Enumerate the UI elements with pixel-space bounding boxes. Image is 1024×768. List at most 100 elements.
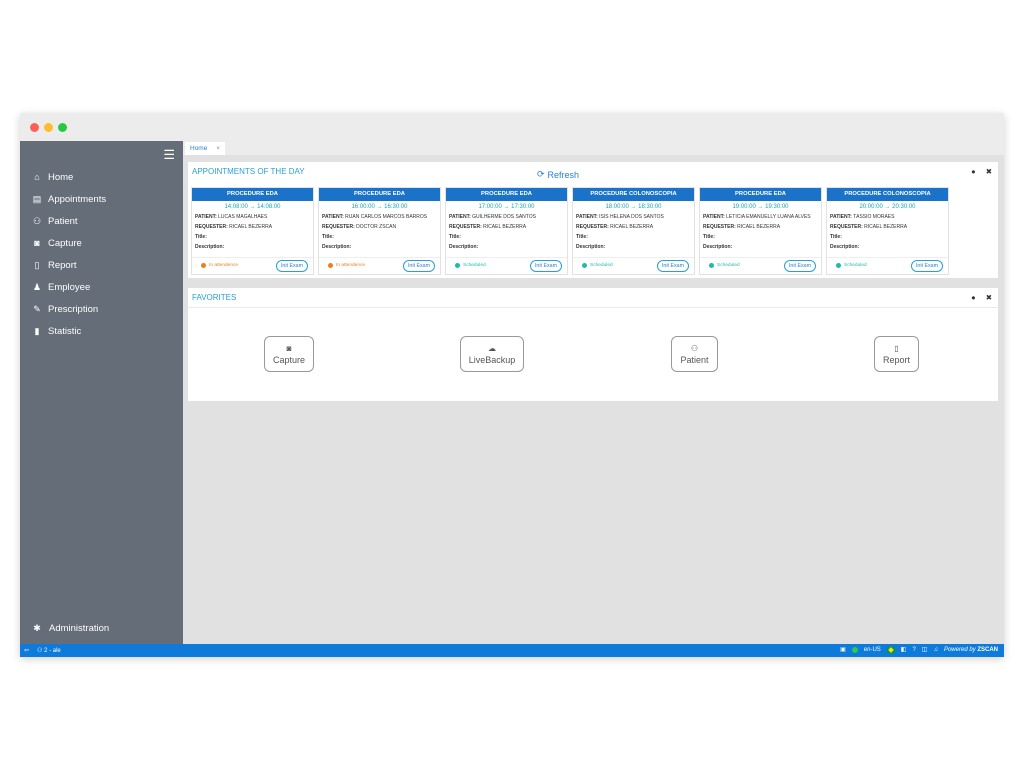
help-icon[interactable]: ?: [912, 647, 915, 653]
description-line: Description:: [827, 244, 948, 250]
close-icon[interactable]: ×: [216, 146, 220, 152]
document-icon: ▯: [894, 343, 899, 353]
sidebar-item-label: Statistic: [48, 325, 82, 337]
status-badge: Scheduled: [836, 263, 867, 268]
requester-prefix: REQUESTER:: [830, 224, 863, 230]
appointment-cards: PROCEDURE EDA 14:08:00 → 14:08:00 PATIENT:…: [191, 187, 949, 275]
requester-line: REQUESTER: RICAEL BEZERRA: [573, 224, 694, 230]
online-status-icon: [851, 646, 858, 653]
status-dot-icon: [201, 263, 206, 268]
patient-prefix: PATIENT:: [195, 214, 217, 220]
favorite-label: Report: [882, 354, 910, 365]
status-bar-right: ▣ en-US ◧ ? ◫ ♫ Powered by ZSCAN: [840, 646, 998, 653]
info-icon[interactable]: ●: [971, 293, 976, 302]
main-content: Home × APPOINTMENTS OF THE DAY ⟳ Refresh…: [183, 141, 1004, 644]
locale-label[interactable]: en-US: [864, 647, 881, 653]
favorite-label: Capture: [272, 354, 306, 365]
chat-icon[interactable]: ◫: [922, 646, 928, 653]
description-line: Description:: [700, 244, 821, 250]
brand-logo: ZSCAN: [977, 646, 998, 653]
logout-icon[interactable]: ⇦: [24, 647, 29, 654]
sidebar-item-employee[interactable]: ♟ Employee: [20, 276, 183, 298]
description-line: Description:: [446, 244, 567, 250]
sidebar-item-appointments[interactable]: ▤ Appointments: [20, 188, 183, 210]
bar-chart-icon: ▮: [34, 325, 40, 336]
sidebar-item-statistic[interactable]: ▮ Statistic: [20, 320, 183, 342]
users-icon: ⚇: [32, 215, 42, 226]
favorite-report-button[interactable]: ▯ Report: [874, 336, 919, 372]
favorite-livebackup-button[interactable]: ☁ LiveBackup: [460, 336, 524, 372]
title-line: Title:: [700, 234, 821, 240]
requester-prefix: REQUESTER:: [703, 224, 736, 230]
patient-name: ISIS HELENA DOS SANTOS: [599, 214, 664, 220]
favorite-capture-button[interactable]: ◙ Capture: [264, 336, 314, 372]
status-label: In attendence: [336, 263, 366, 268]
info-icon[interactable]: ●: [971, 167, 976, 176]
sidebar-menu: ⌂ Home ▤ Appointments ⚇ Patient ◙ Captur…: [20, 166, 183, 342]
title-prefix: Title:: [830, 234, 842, 240]
minimize-window-button[interactable]: [44, 123, 53, 132]
camera-icon: ◙: [286, 343, 292, 353]
patient-name: GUILHERME DOS SANTOS: [472, 214, 536, 220]
status-label: Scheduled: [463, 263, 486, 268]
hamburger-menu-icon[interactable]: ☰: [163, 147, 175, 163]
status-badge: Scheduled: [455, 263, 486, 268]
panel-tools: ● ✖: [971, 293, 992, 302]
close-icon[interactable]: ✖: [986, 293, 992, 302]
edit-icon: ✎: [33, 303, 41, 314]
card-footer: Scheduled Init Exam: [446, 257, 567, 274]
description-line: Description:: [319, 244, 440, 250]
sidebar-item-prescription[interactable]: ✎ Prescription: [20, 298, 183, 320]
sidebar-item-capture[interactable]: ◙ Capture: [20, 232, 183, 254]
app-window: ☰ ⌂ Home ▤ Appointments ⚇ Patient ◙ Capt…: [20, 113, 1004, 657]
close-icon[interactable]: ✖: [986, 167, 992, 176]
sidebar-item-administration[interactable]: ✱ Administration: [30, 623, 109, 634]
card-footer: Scheduled Init Exam: [827, 257, 948, 274]
patient-prefix: PATIENT:: [449, 214, 471, 220]
sidebar-item-label: Home: [48, 171, 74, 183]
tab-home[interactable]: Home ×: [185, 142, 225, 155]
requester-name: RICAEL BEZERRA: [483, 224, 527, 230]
init-exam-button[interactable]: Init Exam: [783, 260, 816, 272]
init-exam-button[interactable]: Init Exam: [402, 260, 435, 272]
status-badge: Scheduled: [582, 263, 613, 268]
refresh-button[interactable]: ⟳ Refresh: [537, 169, 579, 180]
document-icon[interactable]: ▣: [840, 646, 846, 653]
sidebar-item-patient[interactable]: ⚇ Patient: [20, 210, 183, 232]
status-bar: ⇦ ⚇ 2 - ale ▣ en-US ◧ ? ◫ ♫ Powered by Z…: [20, 644, 1004, 657]
brand-label: Powered by ZSCAN: [944, 647, 998, 653]
flag-icon[interactable]: [886, 646, 895, 653]
requester-prefix: REQUESTER:: [576, 224, 609, 230]
sidebar-item-report[interactable]: ▯ Report: [20, 254, 183, 276]
init-exam-button[interactable]: Init Exam: [910, 260, 943, 272]
title-prefix: Title:: [449, 234, 461, 240]
bell-icon[interactable]: ♫: [933, 647, 938, 653]
sidebar-item-label: Capture: [48, 237, 82, 249]
close-window-button[interactable]: [30, 123, 39, 132]
patient-prefix: PATIENT:: [830, 214, 852, 220]
sidebar-item-home[interactable]: ⌂ Home: [20, 166, 183, 188]
init-exam-button[interactable]: Init Exam: [656, 260, 689, 272]
theme-icon[interactable]: ◧: [901, 646, 907, 653]
maximize-window-button[interactable]: [58, 123, 67, 132]
user-info[interactable]: ⚇ 2 - ale: [37, 647, 61, 654]
favorite-patient-button[interactable]: ⚇ Patient: [671, 336, 718, 372]
init-exam-button[interactable]: Init Exam: [529, 260, 562, 272]
card-footer: In attendence Init Exam: [192, 257, 313, 274]
sidebar-item-label: Prescription: [48, 303, 99, 315]
powered-by-label: Powered by: [943, 646, 976, 653]
divider: [188, 307, 998, 308]
favorites-panel: FAVORITES ● ✖ ◙ Capture ☁ LiveBackup ⚇ P…: [188, 288, 998, 401]
patient-prefix: PATIENT:: [576, 214, 598, 220]
requester-line: REQUESTER: RICAEL BEZERRA: [446, 224, 567, 230]
patient-prefix: PATIENT:: [322, 214, 344, 220]
status-badge: In attendence: [201, 263, 238, 268]
description-prefix: Description:: [830, 244, 860, 250]
panel-title: APPOINTMENTS OF THE DAY: [192, 167, 305, 176]
user-icon: ⚇: [37, 648, 43, 654]
camera-icon: ◙: [34, 238, 40, 248]
init-exam-button[interactable]: Init Exam: [275, 260, 308, 272]
status-dot-icon: [709, 263, 714, 268]
description-prefix: Description:: [322, 244, 352, 250]
patient-name: TÁSSIO MORAES: [853, 214, 895, 220]
